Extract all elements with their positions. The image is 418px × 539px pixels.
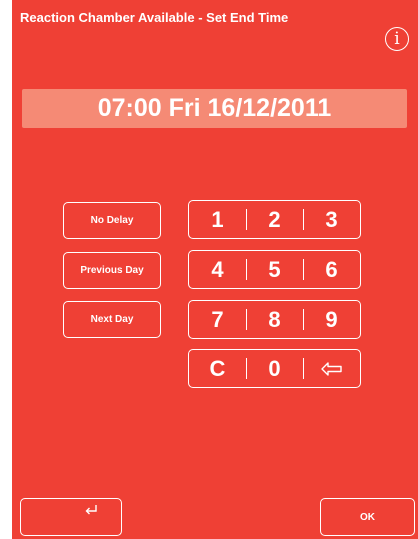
key-4[interactable]: 4: [189, 251, 246, 288]
set-end-time-screen: Reaction Chamber Available - Set End Tim…: [12, 0, 418, 539]
ok-button[interactable]: OK: [320, 498, 415, 536]
key-7[interactable]: 7: [189, 301, 246, 338]
keypad-row-1: 1 2 3: [188, 200, 361, 239]
key-8[interactable]: 8: [246, 301, 303, 338]
next-day-button[interactable]: Next Day: [63, 301, 161, 338]
back-button[interactable]: [20, 498, 122, 536]
key-6[interactable]: 6: [303, 251, 360, 288]
previous-day-button[interactable]: Previous Day: [63, 252, 161, 289]
info-button[interactable]: i: [385, 27, 409, 51]
key-0[interactable]: 0: [246, 350, 303, 387]
key-1[interactable]: 1: [189, 201, 246, 238]
info-icon: i: [394, 29, 400, 49]
clear-key[interactable]: C: [189, 350, 246, 387]
keypad-row-2: 4 5 6: [188, 250, 361, 289]
key-5[interactable]: 5: [246, 251, 303, 288]
return-arrow-icon: [85, 505, 97, 515]
page-title: Reaction Chamber Available - Set End Tim…: [20, 10, 289, 25]
end-time-display: 07:00 Fri 16/12/2011: [22, 89, 407, 128]
keypad-row-3: 7 8 9: [188, 300, 361, 339]
keypad-row-4: C 0: [188, 349, 361, 388]
no-delay-button[interactable]: No Delay: [63, 202, 161, 239]
backspace-key[interactable]: [303, 350, 360, 387]
key-9[interactable]: 9: [303, 301, 360, 338]
key-3[interactable]: 3: [303, 201, 360, 238]
key-2[interactable]: 2: [246, 201, 303, 238]
backspace-arrow-icon: [320, 361, 342, 376]
